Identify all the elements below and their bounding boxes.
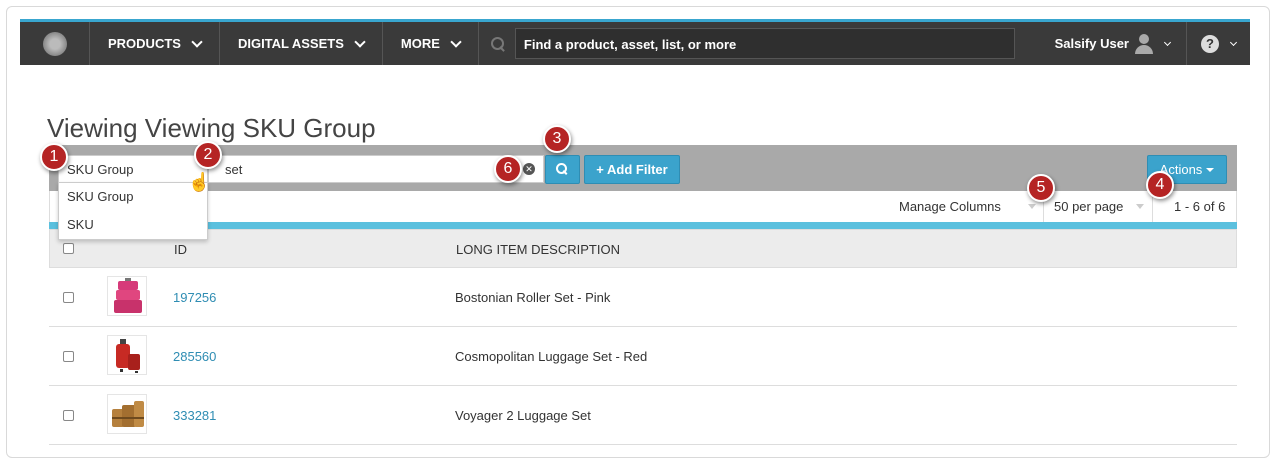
clear-search-icon[interactable]: ✕: [523, 163, 535, 175]
entity-type-selected: SKU Group: [67, 162, 134, 177]
table-header: ID LONG ITEM DESCRIPTION: [49, 229, 1237, 268]
help-icon: ?: [1201, 34, 1219, 53]
search-icon: [490, 36, 505, 51]
callout-6: 6: [494, 155, 522, 183]
manage-columns-button[interactable]: Manage Columns: [899, 199, 1001, 214]
callout-1: 1: [40, 143, 68, 171]
caret-down-icon: [1136, 204, 1144, 209]
row-checkbox[interactable]: [63, 410, 74, 421]
user-avatar-icon: [1135, 33, 1153, 54]
callout-4: 4: [1146, 171, 1174, 199]
logo-icon: [42, 31, 67, 56]
pointer-hand-icon: ☝: [188, 172, 211, 192]
select-all-checkbox[interactable]: [63, 243, 74, 254]
caret-down-icon: [1206, 167, 1215, 172]
accent-strip: [49, 222, 1237, 229]
nav-search-icon-wrap: [479, 22, 515, 65]
row-description: Voyager 2 Luggage Set: [455, 408, 591, 423]
chevron-down-icon: [354, 35, 366, 48]
product-thumbnail[interactable]: [107, 335, 147, 375]
row-description: Cosmopolitan Luggage Set - Red: [455, 349, 648, 364]
top-nav: PRODUCTS DIGITAL ASSETS MORE Find a prod…: [20, 19, 1250, 65]
chevron-down-icon: [1229, 38, 1238, 46]
page-title: Viewing Viewing SKU Group: [47, 113, 376, 144]
result-count: 1 - 6 of 6: [1174, 199, 1226, 214]
callout-2: 2: [194, 141, 222, 169]
user-menu[interactable]: Salsify User: [1039, 22, 1187, 65]
entity-type-dropdown: SKU Group SKU: [58, 182, 208, 240]
search-button[interactable]: [545, 155, 580, 184]
row-id-link[interactable]: 285560: [173, 349, 216, 364]
per-page-select[interactable]: 50 per page: [1043, 191, 1153, 222]
nav-products-label: PRODUCTS: [108, 36, 181, 51]
row-id-link[interactable]: 333281: [173, 408, 216, 423]
row-id-link[interactable]: 197256: [173, 290, 216, 305]
callout-3: 3: [543, 125, 571, 153]
chevron-down-icon: [1163, 38, 1172, 46]
logo[interactable]: [20, 22, 90, 65]
entity-type-select[interactable]: SKU Group: [58, 155, 225, 183]
table-row: 285560 Cosmopolitan Luggage Set - Red: [49, 327, 1237, 386]
nav-digital-assets[interactable]: DIGITAL ASSETS: [220, 22, 383, 65]
nav-more[interactable]: MORE: [383, 22, 479, 65]
row-checkbox[interactable]: [63, 351, 74, 362]
table-row: 333281 Voyager 2 Luggage Set: [49, 386, 1237, 445]
row-description: Bostonian Roller Set - Pink: [455, 290, 611, 305]
user-name: Salsify User: [1054, 36, 1129, 51]
callout-5: 5: [1027, 174, 1055, 202]
help-menu[interactable]: ?: [1187, 22, 1250, 65]
caret-down-icon: [1028, 204, 1036, 209]
row-checkbox[interactable]: [63, 292, 74, 303]
table-row: 197256 Bostonian Roller Set - Pink: [49, 268, 1237, 327]
nav-more-label: MORE: [400, 36, 440, 51]
add-filter-button[interactable]: + Add Filter: [584, 155, 680, 184]
dropdown-option-sku-group[interactable]: SKU Group: [59, 183, 207, 211]
list-options-bar: Manage Columns 50 per page 1 - 6 of 6: [49, 191, 1237, 222]
nav-digital-assets-label: DIGITAL ASSETS: [237, 36, 344, 51]
per-page-value: 50 per page: [1054, 199, 1124, 214]
product-thumbnail[interactable]: [107, 394, 147, 434]
global-search-input[interactable]: Find a product, asset, list, or more: [514, 28, 1015, 59]
column-header-id[interactable]: ID: [174, 242, 187, 257]
product-thumbnail[interactable]: [107, 276, 147, 316]
chevron-down-icon: [191, 35, 203, 48]
search-icon: [555, 162, 570, 177]
search-input-value: set: [225, 162, 243, 177]
chevron-down-icon: [450, 35, 462, 48]
nav-products[interactable]: PRODUCTS: [90, 22, 220, 65]
dropdown-option-sku[interactable]: SKU: [59, 211, 207, 239]
column-header-description[interactable]: LONG ITEM DESCRIPTION: [456, 242, 620, 257]
